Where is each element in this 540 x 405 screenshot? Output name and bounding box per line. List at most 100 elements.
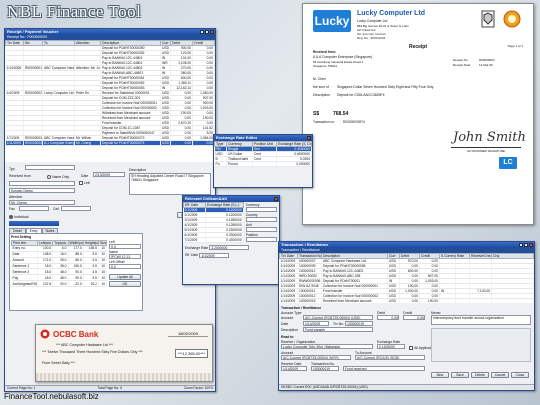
voucher-row[interactable]: 1/14/2009R00000001ABC Computer Hardware … [5, 65, 215, 71]
memo-field[interactable]: Intercompany fund transfer across organi… [431, 315, 531, 325]
sec-account-field[interactable]: A/C-Current (RCBTZ5-00004) (MYR) [281, 355, 351, 360]
ok-button[interactable]: OK [109, 281, 141, 287]
trx-no-field[interactable]: 100000019 [345, 321, 373, 326]
minimize-icon[interactable] [519, 243, 523, 247]
close-icon[interactable] [529, 243, 533, 247]
close-icon[interactable] [210, 30, 214, 34]
tab-detail[interactable]: Detail [9, 228, 26, 233]
type-field[interactable] [25, 165, 75, 170]
trx-cancel-button[interactable]: Cancel [491, 372, 509, 378]
column-header[interactable]: Width/pos [67, 240, 84, 246]
lucky-brand-logo: Lucky [313, 10, 351, 32]
trx-window-title: Transaction / Remittance [281, 242, 329, 247]
column-header[interactable]: Position Unit [252, 141, 277, 147]
rate-row[interactable]: 7/1/2009 0.4300000 [183, 237, 244, 243]
transaction-row[interactable]: 1/14/2009 100000015 Received from Merchant… [279, 298, 534, 303]
signature: John Smith [453, 130, 526, 145]
trx-desc-field[interactable]: Fund transfer [303, 327, 373, 332]
close-button[interactable]: Close [511, 372, 529, 378]
column-header[interactable]: Transaction No. [297, 253, 322, 259]
rate-country-field[interactable] [245, 217, 277, 222]
column-header[interactable]: Exchange Rate (S. Dol) [276, 141, 312, 147]
maximize-icon[interactable] [524, 243, 528, 247]
delete-button[interactable]: Delete [471, 372, 489, 378]
currency-row[interactable]: Po Pound 2.000000 [214, 161, 312, 167]
left-checkbox[interactable] [79, 181, 83, 186]
minimize-icon[interactable] [200, 30, 204, 34]
ps-offset-field[interactable]: 0.0 [109, 264, 141, 269]
cheque-amount-words: *** Twelve Thousand Three Hundred Sixty … [42, 350, 143, 354]
received-desc-field[interactable]: Fund received [343, 366, 425, 371]
voucher-row[interactable]: 1/11/2009R00000004A-1 Computer Enterpris… [5, 140, 215, 146]
debit-field[interactable]: 0.00 [377, 315, 399, 320]
maximize-icon[interactable] [205, 30, 209, 34]
table-cell: Mr. Cheng [74, 140, 101, 146]
lc-stamp-logo: LC [499, 157, 517, 169]
fax-field[interactable] [19, 206, 49, 211]
contact-field[interactable]: Kosma Cheng [9, 188, 75, 193]
all-application-checkbox[interactable] [409, 345, 413, 350]
type-label: Typ [9, 167, 15, 171]
exchange-rate-label: Exchange Rate [185, 246, 209, 250]
eff-date-label: Eff. Date [185, 253, 199, 258]
update-all-button[interactable]: Update All [109, 274, 141, 280]
column-header[interactable]: Exchange Rate (S.L.) [205, 202, 244, 208]
amount-value: 768.54 [333, 111, 349, 117]
print-setting-grid: Print line Left/pos Top/pos Width/pos Height… [11, 240, 107, 287]
table-cell: AccNoignatuRSA [11, 280, 38, 287]
rate-unit-field[interactable] [245, 227, 277, 232]
table-cell: 1/11/2009 [5, 140, 24, 146]
account-field[interactable]: A/C-Current (RCBTZ5-00004) (USD) [303, 315, 373, 320]
column-header[interactable]: Size [98, 240, 107, 246]
close-icon[interactable] [307, 136, 311, 140]
tab-entry[interactable]: Entry [25, 228, 42, 233]
rate-currency-field[interactable] [245, 207, 277, 212]
table-cell: 0.00 [170, 140, 193, 146]
ps-name-field[interactable]: [PCW] 12 12 [109, 254, 141, 259]
tab-notes[interactable]: Notes [41, 228, 59, 233]
column-header[interactable]: Left/pos [36, 240, 54, 246]
trx-grid: Trx Date Transaction No. Description Curr De… [279, 253, 534, 303]
print-setting-mini-title [9, 221, 59, 226]
eff-date-field[interactable]: 1/1/2009 [199, 252, 230, 258]
column-header[interactable]: Height/pos [82, 240, 100, 246]
close-icon[interactable] [274, 197, 278, 201]
exchange-rate-field[interactable]: 3.2000000 [209, 245, 250, 251]
receive-field[interactable]: Lucky Computer Sdn. Bhd. (Malaysia) [281, 344, 373, 349]
receipt-page: Page 1 of 1 [507, 44, 523, 48]
new-button[interactable]: New [431, 372, 449, 378]
account-type-label: Account Type [281, 311, 302, 315]
receipt-no-label: Receipt No. [453, 58, 469, 62]
description-field[interactable]: SH Heading Adjusted Center Road IT Singa… [129, 173, 211, 195]
credit-field[interactable]: 0.00 [403, 315, 425, 320]
exchange-field[interactable]: 0.1105000 [377, 344, 405, 349]
name-only-radio[interactable] [47, 174, 51, 179]
customer-address-2: Singapore 768111 [313, 64, 338, 68]
description-value: Deposit for COM-ANCC3825F4 [337, 93, 385, 97]
print-setting-row[interactable]: AccNoignatuRSA 137.5 20.0 22.0 20.2 10 [11, 280, 107, 287]
date-field[interactable]: 2/13/2009 [93, 172, 125, 177]
sum-value: Singapore Dollar Seven Hundred Sixty Eig… [337, 85, 434, 89]
table-cell: R00000002 [23, 90, 43, 96]
received-no-field[interactable]: 100000019 [311, 366, 339, 371]
rate-position-field[interactable] [245, 237, 277, 242]
table-cell: 1/14/2009 [279, 273, 298, 279]
column-header[interactable]: Receive/Credit [469, 253, 492, 259]
received-from-field[interactable] [9, 181, 75, 186]
cell-label: Cell [53, 207, 59, 211]
amount-currency: S$ [313, 111, 320, 117]
column-header[interactable]: Top/pos [52, 240, 69, 246]
individual-radio[interactable] [9, 214, 13, 219]
cell-field[interactable] [61, 206, 91, 211]
table-cell: 20.2 [83, 280, 100, 287]
receive-date-field[interactable]: 1/14/2009 [281, 366, 307, 371]
authorised-signature-label: AUTHORISED SIGNATURE [467, 149, 505, 153]
trx-date-field[interactable]: 1/14/2009 [303, 321, 329, 326]
column-header[interactable]: S.Currency [439, 253, 456, 259]
trx-save-button[interactable]: Save [451, 372, 469, 378]
attention-field[interactable]: Mr. Cheng [9, 200, 75, 205]
table-cell: R00000001 [23, 65, 43, 71]
ps-left-field[interactable]: 0.0 [109, 244, 141, 249]
to-account-field[interactable]: A/C-Current (RC/US) (SGD) [355, 355, 425, 360]
signature-line [451, 147, 521, 148]
